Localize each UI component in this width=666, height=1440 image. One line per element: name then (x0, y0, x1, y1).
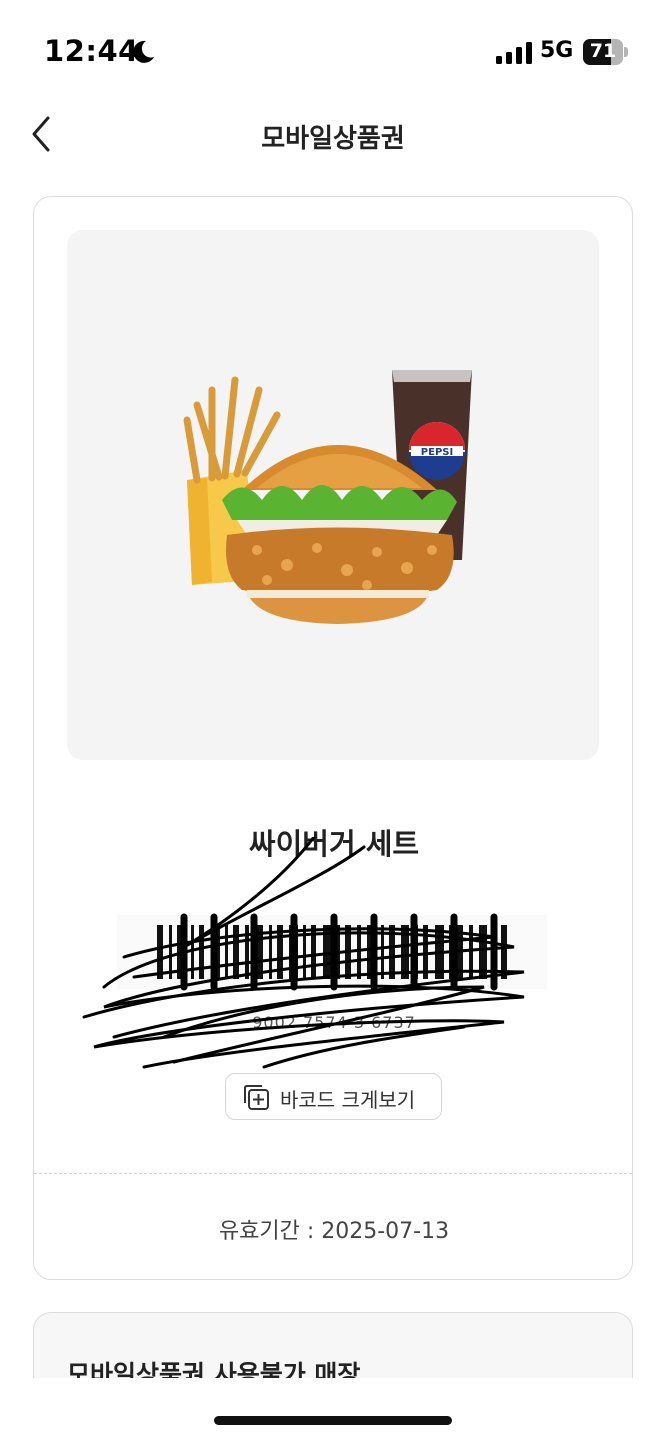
status-bar: 12:44 5G 71 (0, 0, 666, 100)
enlarge-barcode-label: 바코드 크게보기 (280, 1088, 416, 1112)
signal-bars-icon (496, 42, 532, 64)
battery-body: 71 (583, 39, 623, 65)
home-indicator[interactable] (214, 1416, 452, 1425)
status-time: 12:44 (44, 34, 139, 68)
bottom-bar-background (0, 1378, 666, 1440)
expiry-date: 유효기간 : 2025-07-13 (218, 1219, 450, 1244)
battery-level: 71 (589, 40, 617, 62)
dashed-divider (34, 1173, 632, 1174)
moon-icon (133, 40, 154, 63)
network-label: 5G (540, 38, 574, 63)
page-title: 모바일상품권 (261, 124, 405, 154)
svg-text:PEPSI: PEPSI (421, 447, 453, 458)
nav-bar: 모바일상품권 (0, 100, 666, 170)
voucher-card: PEPSI 싸이버거 세트 9002 7574 3 6737 바코드 크게보기 … (33, 196, 633, 1280)
battery-icon: 71 (583, 39, 629, 65)
product-image-box: PEPSI (67, 230, 599, 760)
battery-cap (624, 47, 628, 57)
plus-square-icon (244, 1085, 269, 1110)
redaction-scribble (82, 837, 525, 1069)
product-image: PEPSI (183, 370, 472, 624)
screen: 12:44 5G 71 모바일상품권 PEPSI 싸이버거 세트 9002 75… (0, 0, 666, 1440)
enlarge-barcode-button[interactable]: 바코드 크게보기 (225, 1073, 442, 1120)
